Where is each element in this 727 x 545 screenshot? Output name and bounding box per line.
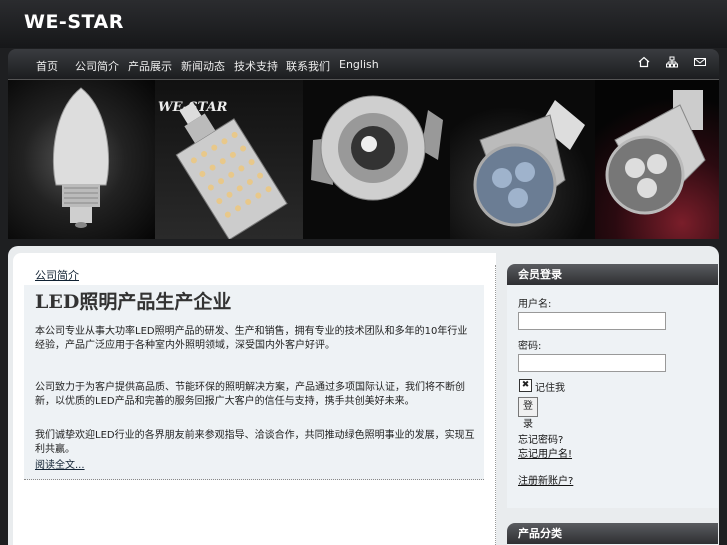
forgot-username-link[interactable]: 忘记用户名!: [518, 445, 572, 460]
login-box: 会员登录 用户名: 密码: ✖ 记住我 登录 忘记密码? 忘记用户名! 注册新账…: [507, 264, 718, 508]
product-category-box: 产品分类: [507, 523, 718, 545]
remember-me-label: 记住我: [535, 383, 565, 394]
article-title: LED照明产品生产企业: [35, 291, 232, 313]
product-banner: WE-STAR: [8, 80, 719, 239]
downlight-image: [311, 95, 443, 201]
street-light-image: [175, 102, 288, 239]
article-paragraph-2: 公司致力于为客户提供高品质、节能环保的照明解决方案，产品通过多项国际认证，我们将…: [35, 382, 465, 407]
section-label[interactable]: 公司简介: [35, 267, 79, 283]
nav-item-english[interactable]: English: [339, 58, 379, 71]
site-logo[interactable]: WE-STAR: [24, 11, 124, 33]
nav-item-home[interactable]: 首页: [36, 58, 58, 74]
home-icon[interactable]: [638, 56, 650, 68]
nav-item-products[interactable]: 产品展示: [128, 58, 172, 74]
nav-item-about[interactable]: 公司简介: [75, 58, 119, 74]
nav-item-support[interactable]: 技术支持: [234, 58, 278, 74]
mr16-lamp-image: [605, 90, 706, 215]
banner-panel-bulb: [8, 80, 155, 239]
forgot-password-link[interactable]: 忘记密码?: [518, 431, 563, 446]
content-column: 公司简介 LED照明产品生产企业 本公司专业从事大功率LED照明产品的研发、生产…: [13, 253, 496, 545]
password-label: 密码:: [518, 341, 542, 352]
nav-item-news[interactable]: 新闻动态: [181, 58, 225, 74]
product-category-title: 产品分类: [507, 523, 718, 544]
spotlight-image: [473, 100, 585, 227]
username-input[interactable]: [518, 312, 666, 330]
article-paragraph-3: 我们诚挚欢迎LED行业的各界朋友前来参观指导、洽谈合作，共同推动绿色照明事业的发…: [35, 430, 475, 455]
password-input[interactable]: [518, 354, 666, 372]
article-paragraph-1: 本公司专业从事大功率LED照明产品的研发、生产和销售，拥有专业的技术团队和多年的…: [35, 326, 468, 351]
username-label: 用户名:: [518, 299, 552, 310]
login-box-title: 会员登录: [507, 264, 718, 285]
banner-panel-streetlight: WE-STAR: [155, 80, 303, 239]
column-divider: [495, 265, 496, 545]
read-more-link[interactable]: 阅读全文...: [35, 456, 85, 471]
login-button[interactable]: 登录: [518, 397, 538, 430]
sitemap-icon[interactable]: [666, 56, 678, 68]
remember-me-checkbox[interactable]: ✖: [519, 379, 532, 392]
mail-icon[interactable]: [694, 56, 706, 68]
banner-panel-downlight: [303, 80, 450, 239]
nav-item-contact[interactable]: 联系我们: [286, 58, 330, 74]
site-header: WE-STAR: [0, 0, 727, 48]
main-navigation: 首页 公司简介 产品展示 新闻动态 技术支持 联系我们 English: [8, 49, 719, 80]
banner-panel-mr16: [595, 80, 719, 239]
banner-panel-spotlight: [450, 80, 595, 239]
article: LED照明产品生产企业 本公司专业从事大功率LED照明产品的研发、生产和销售，拥…: [24, 285, 484, 480]
register-link[interactable]: 注册新账户?: [518, 472, 573, 487]
led-bulb-image: [52, 87, 110, 228]
